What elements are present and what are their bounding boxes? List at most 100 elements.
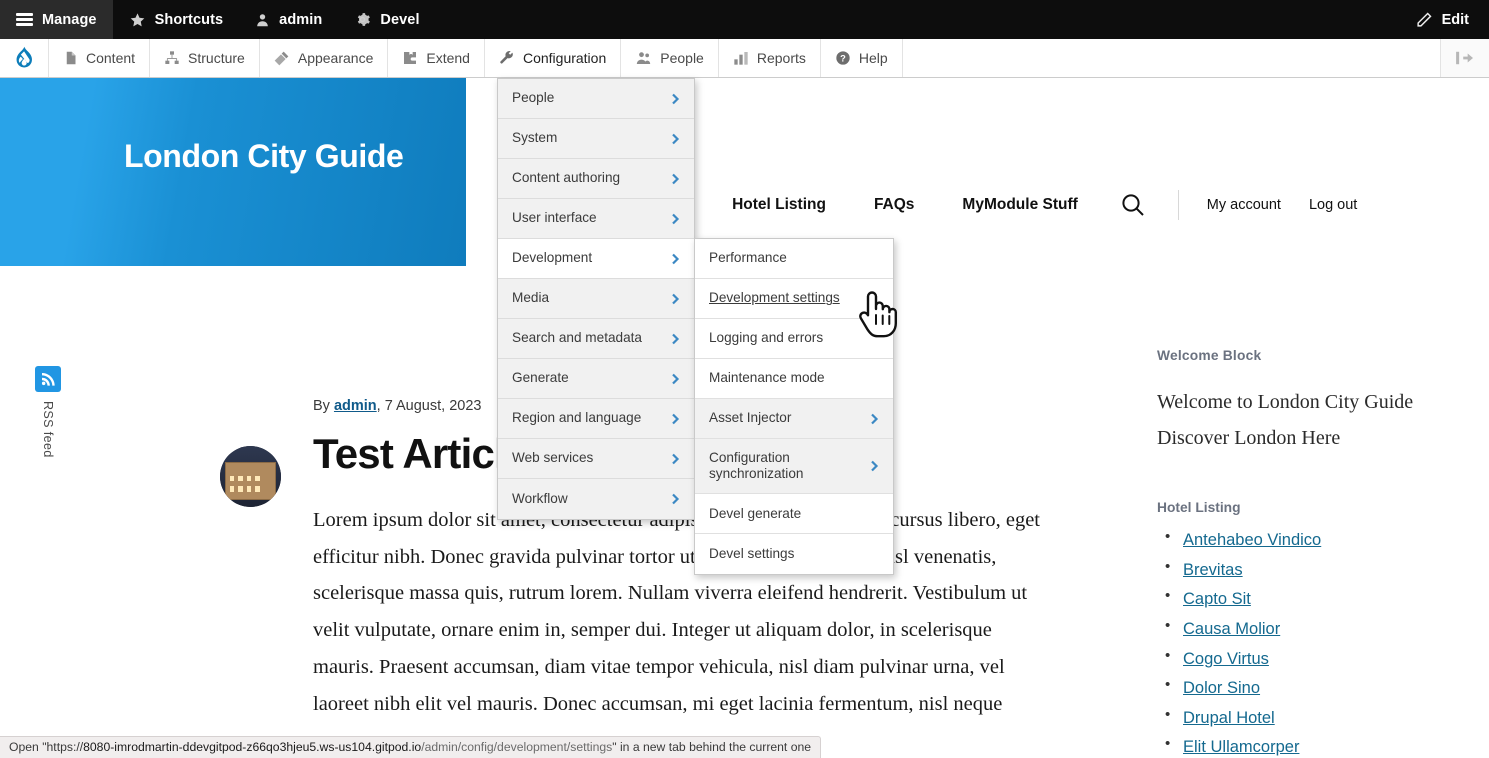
menu-item-label: Extend (426, 50, 470, 66)
nav-link-label: MyModule Stuff (962, 196, 1078, 213)
config-menu-item-content-authoring[interactable]: Content authoring (498, 159, 694, 199)
nav-link-my-account[interactable]: My account (1193, 197, 1295, 213)
hotel-listing-list: Antehabeo Vindico Brevitas Capto Sit Cau… (1157, 529, 1477, 757)
hotel-link[interactable]: Cogo Virtus (1183, 650, 1269, 668)
nav-link-faqs[interactable]: FAQs (850, 196, 938, 214)
chevron-right-icon (671, 373, 680, 385)
menu-label: Development (512, 250, 593, 266)
config-menu-item-system[interactable]: System (498, 119, 694, 159)
menu-label: Media (512, 290, 550, 306)
hotel-link[interactable]: Elit Ullamcorper (1183, 738, 1299, 756)
config-menu-item-web-services[interactable]: Web services (498, 439, 694, 479)
menu-label: Web services (512, 450, 594, 466)
submenu-item-configuration-synchronization[interactable]: Configuration synchronization (695, 439, 893, 495)
chevron-right-icon (671, 333, 680, 345)
config-menu-item-people[interactable]: People (498, 79, 694, 119)
rss-icon (35, 366, 61, 392)
config-menu-item-development[interactable]: Development (498, 239, 694, 279)
menu-label: Development settings (709, 290, 840, 306)
admin-tab-admin-user[interactable]: admin (239, 0, 338, 39)
drupal-logo-icon[interactable] (0, 39, 49, 77)
byline-author-link[interactable]: admin (334, 398, 377, 414)
list-item: Capto Sit (1157, 588, 1477, 609)
chevron-right-icon (671, 253, 680, 265)
submenu-item-maintenance-mode[interactable]: Maintenance mode (695, 359, 893, 399)
hotel-link[interactable]: Antehabeo Vindico (1183, 531, 1321, 549)
chevron-right-icon (671, 293, 680, 305)
menu-label: User interface (512, 210, 597, 226)
config-menu-item-media[interactable]: Media (498, 279, 694, 319)
menu-label: Maintenance mode (709, 370, 825, 386)
chevron-right-icon (671, 173, 680, 185)
hotel-photo-thumbnail (220, 446, 281, 507)
menu-item-help[interactable]: ? Help (821, 39, 903, 77)
chevron-right-icon (870, 460, 879, 472)
admin-tab-devel[interactable]: Devel (338, 0, 435, 39)
menu-item-people[interactable]: People (621, 39, 719, 77)
site-banner: London City Guide (0, 78, 466, 266)
menu-item-label: Appearance (297, 50, 374, 66)
nav-link-label: FAQs (873, 196, 915, 213)
configuration-dropdown: People System Content authoring User int… (497, 78, 695, 520)
menu-label: Performance (709, 250, 787, 266)
menu-item-configuration[interactable]: Configuration (484, 39, 622, 77)
reports-icon (733, 50, 749, 66)
config-menu-item-user-interface[interactable]: User interface (498, 199, 694, 239)
chevron-right-icon (671, 213, 680, 225)
svg-text:?: ? (840, 53, 846, 63)
nav-link-log-out[interactable]: Log out (1295, 197, 1371, 213)
list-item: Cogo Virtus (1157, 648, 1477, 669)
status-path: /admin/config/development/settings (421, 740, 613, 754)
submenu-item-logging-and-errors[interactable]: Logging and errors (695, 319, 893, 359)
menu-label: Generate (512, 370, 569, 386)
star-icon (129, 12, 146, 28)
menu-item-label: Content (86, 50, 136, 66)
status-prefix: Open "https:// (9, 740, 84, 754)
hotel-link[interactable]: Capto Sit (1183, 590, 1251, 608)
hotel-link[interactable]: Brevitas (1183, 561, 1243, 579)
menu-item-structure[interactable]: Structure (150, 39, 260, 77)
config-menu-item-workflow[interactable]: Workflow (498, 479, 694, 519)
submenu-item-asset-injector[interactable]: Asset Injector (695, 399, 893, 439)
submenu-item-devel-generate[interactable]: Devel generate (695, 494, 893, 535)
submenu-item-development-settings[interactable]: Development settings (695, 279, 893, 319)
nav-link-mymodule-stuff[interactable]: MyModule Stuff (938, 196, 1101, 214)
menu-item-label: Structure (188, 50, 245, 66)
list-item: Causa Molior (1157, 618, 1477, 639)
help-icon: ? (835, 50, 851, 66)
admin-tab-shortcuts[interactable]: Shortcuts (113, 0, 240, 39)
chevron-right-icon (671, 93, 680, 105)
config-menu-item-generate[interactable]: Generate (498, 359, 694, 399)
admin-tab-label: Shortcuts (154, 11, 224, 28)
menu-item-content[interactable]: Content (49, 39, 151, 77)
site-navigation: Home Hotel Listing FAQs MyModule Stuff M… (600, 190, 1371, 220)
menu-item-appearance[interactable]: Appearance (260, 39, 389, 77)
search-icon[interactable] (1102, 192, 1164, 218)
nav-link-hotel-listing[interactable]: Hotel Listing (708, 196, 850, 214)
submenu-item-performance[interactable]: Performance (695, 239, 893, 279)
menu-item-extend[interactable]: Extend (388, 39, 485, 77)
chevron-right-icon (870, 413, 879, 425)
menu-item-reports[interactable]: Reports (719, 39, 821, 77)
hamburger-icon (16, 13, 33, 26)
extend-icon (402, 50, 418, 66)
chevron-right-icon (671, 493, 680, 505)
list-item: Dolor Sino (1157, 677, 1477, 698)
config-menu-item-region-and-language[interactable]: Region and language (498, 399, 694, 439)
edit-button[interactable]: Edit (1406, 0, 1489, 39)
pencil-icon (1416, 11, 1433, 28)
hotel-link[interactable]: Dolor Sino (1183, 679, 1260, 697)
menu-label: Region and language (512, 410, 642, 426)
rss-feed-rail[interactable]: RSS feed (33, 366, 63, 463)
browser-viewport: Manage Shortcuts admin Devel Edit Conten… (0, 0, 1489, 758)
chevron-right-icon (671, 413, 680, 425)
config-menu-item-search-and-metadata[interactable]: Search and metadata (498, 319, 694, 359)
hotel-link[interactable]: Drupal Hotel (1183, 709, 1275, 727)
submenu-item-devel-settings[interactable]: Devel settings (695, 534, 893, 575)
admin-tab-manage[interactable]: Manage (0, 0, 113, 39)
wrench-icon (499, 50, 515, 66)
toolbar-collapse-icon[interactable] (1440, 39, 1489, 77)
menu-label: Content authoring (512, 170, 621, 186)
hotel-link[interactable]: Causa Molior (1183, 620, 1280, 638)
